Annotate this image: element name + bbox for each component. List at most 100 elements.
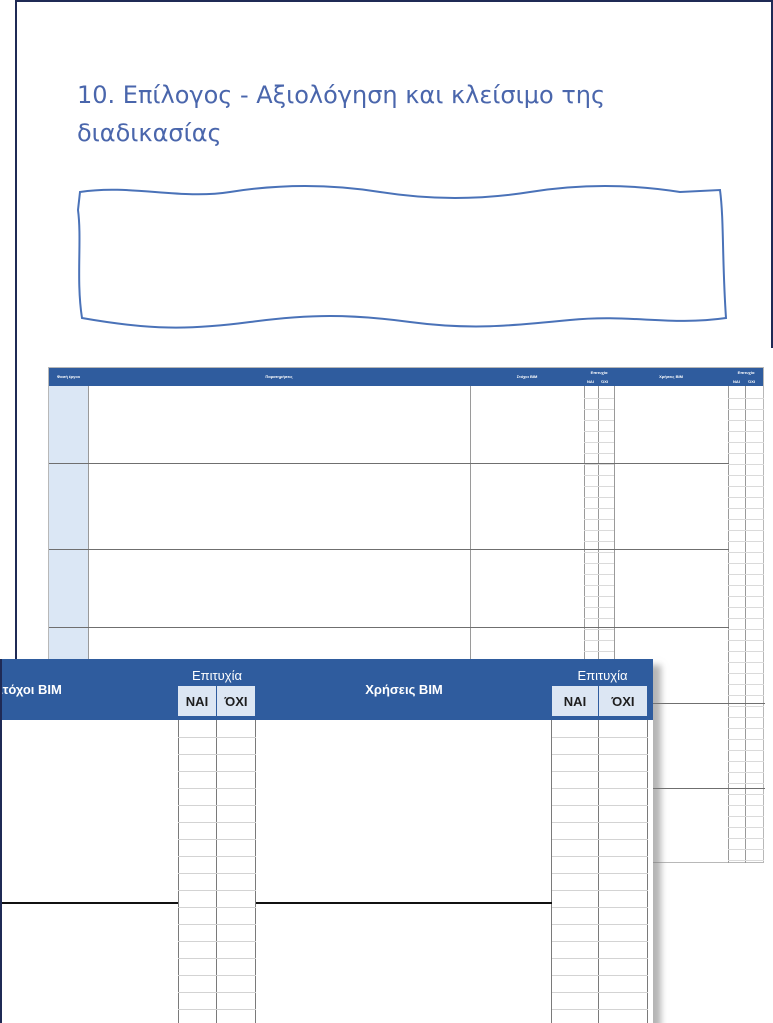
small-grid-line	[728, 398, 764, 399]
small-grid-line	[584, 508, 614, 509]
small-grid-line	[584, 585, 614, 586]
large-grid-line	[178, 890, 256, 891]
small-grid-line	[584, 607, 614, 608]
small-yes-2: ΝΑΙ	[733, 379, 740, 384]
small-grid-line	[584, 640, 614, 641]
small-grid-line	[728, 585, 764, 586]
slide-title[interactable]: 10. Επίλογος - Αξιολόγηση και κλείσιμο τ…	[77, 76, 677, 152]
large-divider	[598, 720, 599, 1023]
large-grid-line	[552, 907, 648, 908]
small-row-divider	[49, 627, 729, 628]
small-grid-line	[728, 486, 764, 487]
no-header-1: ΌΧΙ	[217, 686, 255, 716]
small-grid-line	[728, 640, 764, 641]
large-grid-line	[178, 941, 256, 942]
large-grid-line	[552, 890, 648, 891]
small-row-divider	[49, 463, 729, 464]
small-grid-line	[728, 662, 764, 663]
large-grid-line	[178, 975, 256, 976]
large-grid-line	[552, 958, 648, 959]
small-no-2: ΌΧΙ	[748, 379, 756, 384]
large-grid-line	[552, 992, 648, 993]
large-grid-line	[178, 907, 256, 908]
large-grid-line	[178, 754, 256, 755]
small-divider	[728, 386, 729, 863]
small-grid-line	[584, 563, 614, 564]
small-no-1: ΌΧΙ	[601, 379, 609, 384]
small-grid-line	[728, 783, 764, 784]
small-grid-line	[584, 442, 614, 443]
large-grid-line	[178, 788, 256, 789]
small-grid-line	[728, 772, 764, 773]
small-grid-line	[728, 431, 764, 432]
large-grid-line	[178, 924, 256, 925]
slide-frame-top	[15, 0, 773, 2]
small-grid-line	[728, 816, 764, 817]
small-grid-line	[728, 596, 764, 597]
small-grid-line	[584, 574, 614, 575]
small-grid-line	[728, 717, 764, 718]
small-grid-line	[584, 431, 614, 432]
small-col-notes: Παρατηρήσεις	[265, 374, 293, 379]
large-grid-line	[552, 788, 648, 789]
large-grid-line	[552, 805, 648, 806]
large-grid-line	[552, 1009, 648, 1010]
empty-text-box[interactable]	[70, 180, 730, 330]
small-row-divider	[49, 549, 729, 550]
small-grid-line	[584, 420, 614, 421]
goals-header: Στόχοι BIM	[0, 682, 62, 697]
small-grid-line	[728, 574, 764, 575]
small-grid-line	[728, 794, 764, 795]
large-grid-line	[552, 771, 648, 772]
large-grid-line	[178, 873, 256, 874]
small-grid-line	[584, 453, 614, 454]
large-grid-line	[552, 856, 648, 857]
small-grid-line	[728, 761, 764, 762]
success-header-1: Επιτυχία	[191, 667, 242, 683]
large-divider	[216, 720, 217, 1023]
small-grid-line	[728, 541, 764, 542]
small-col-goals: Στόχοι BIM	[516, 374, 538, 379]
large-grid-line	[552, 873, 648, 874]
uses-header: Χρήσεις BIM	[365, 682, 443, 697]
slide-frame-left	[0, 659, 2, 1023]
small-grid-line	[728, 706, 764, 707]
small-grid-line	[584, 530, 614, 531]
small-grid-line	[728, 530, 764, 531]
small-grid-line	[728, 838, 764, 839]
small-grid-line	[728, 607, 764, 608]
large-grid-line	[552, 822, 648, 823]
small-grid-line	[728, 552, 764, 553]
large-grid-line	[178, 737, 256, 738]
small-grid-line	[584, 497, 614, 498]
small-grid-line	[584, 618, 614, 619]
large-grid-line	[552, 754, 648, 755]
small-grid-line	[728, 475, 764, 476]
small-grid-line	[728, 684, 764, 685]
small-grid-line	[584, 398, 614, 399]
small-grid-line	[728, 618, 764, 619]
large-grid-line	[178, 805, 256, 806]
small-grid-line	[584, 519, 614, 520]
small-col-success-2: Επιτυχία	[737, 370, 755, 375]
small-grid-line	[584, 651, 614, 652]
small-grid-line	[584, 552, 614, 553]
small-grid-line	[584, 596, 614, 597]
success-header-2: Επιτυχία	[577, 667, 628, 683]
large-row-divider	[0, 902, 178, 904]
large-grid-line	[178, 822, 256, 823]
small-grid-line	[584, 629, 614, 630]
large-grid-line	[178, 856, 256, 857]
large-grid-line	[552, 839, 648, 840]
small-grid-line	[728, 519, 764, 520]
small-grid-line	[584, 475, 614, 476]
small-grid-line	[728, 849, 764, 850]
small-grid-line	[728, 860, 764, 861]
small-grid-line	[728, 673, 764, 674]
yes-header-1: ΝΑΙ	[178, 686, 216, 716]
large-grid-line	[178, 771, 256, 772]
large-grid-line	[552, 924, 648, 925]
large-grid-line	[552, 941, 648, 942]
small-grid-line	[584, 464, 614, 465]
small-grid-line	[728, 497, 764, 498]
